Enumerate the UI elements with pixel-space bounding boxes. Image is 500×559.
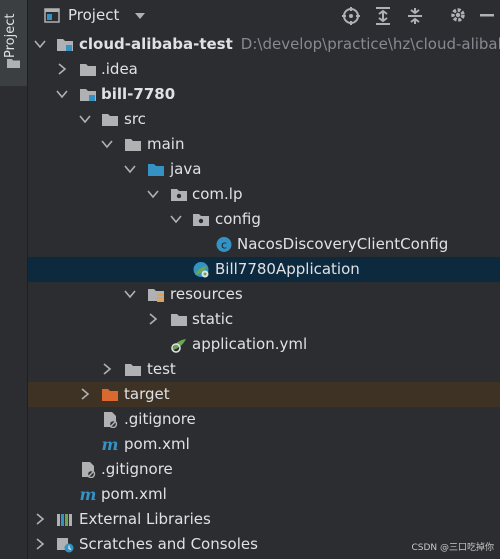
tree-row-static[interactable]: static: [28, 307, 500, 332]
chevron-right-icon[interactable]: [147, 313, 159, 325]
folder-icon: [102, 114, 118, 126]
nacos-class-label: NacosDiscoveryClientConfig: [237, 235, 449, 253]
idea-folder-label: .idea: [101, 60, 138, 78]
tree-row-package[interactable]: com.lp: [28, 182, 500, 207]
tree-row-gitignore-root[interactable]: .gitignore: [28, 457, 500, 482]
project-panel-header: Project: [28, 0, 500, 32]
folder-icon: [125, 364, 141, 376]
main-folder-label: main: [147, 135, 185, 153]
tree-row-resources[interactable]: resources: [28, 282, 500, 307]
chevron-down-icon[interactable]: [79, 113, 91, 125]
test-folder-label: test: [147, 360, 176, 378]
project-panel: Project cloud-alibaba-test D:\develop\pra…: [28, 0, 500, 559]
tree-row-app-class[interactable]: Bill7780Application: [28, 257, 500, 282]
tree-row-pom-root[interactable]: m pom.xml: [28, 482, 500, 507]
chevron-right-icon[interactable]: [79, 388, 91, 400]
scratches-icon: [57, 538, 74, 553]
gear-icon[interactable]: [449, 6, 467, 24]
root-project-label: cloud-alibaba-test D:\develop\practice\hz…: [79, 32, 500, 57]
package-icon: [193, 214, 209, 226]
chevron-right-icon[interactable]: [101, 363, 113, 375]
folder-icon: [80, 64, 96, 76]
tree-row-external-libraries[interactable]: External Libraries: [28, 507, 500, 532]
chevron-down-icon[interactable]: [134, 12, 146, 20]
folder-icon: [171, 314, 187, 326]
watermark: CSDN @三口吃掉你: [411, 543, 494, 553]
folder-icon: [125, 139, 141, 151]
scratches-label: Scratches and Consoles: [79, 535, 258, 553]
root-project-path: D:\develop\practice\hz\cloud-alibaba: [240, 35, 500, 53]
svg-text:m: m: [102, 436, 119, 453]
tree-row-root[interactable]: cloud-alibaba-test D:\develop\practice\hz…: [28, 32, 500, 57]
resources-folder-label: resources: [170, 285, 243, 303]
tree-row-app-yml[interactable]: application.yml: [28, 332, 500, 357]
folder-icon: [7, 59, 20, 68]
project-view-title[interactable]: Project: [68, 6, 119, 24]
tree-row-java[interactable]: java: [28, 157, 500, 182]
module-label: bill-7780: [101, 85, 176, 103]
gitignore-root-label: .gitignore: [101, 460, 173, 478]
pom-module-label: pom.xml: [124, 435, 190, 453]
maven-file-icon: m: [80, 486, 97, 503]
minimize-icon[interactable]: [480, 14, 494, 17]
chevron-right-icon[interactable]: [34, 538, 46, 550]
chevron-down-icon[interactable]: [56, 88, 68, 100]
chevron-down-icon[interactable]: [124, 288, 136, 300]
library-icon: [57, 514, 72, 526]
chevron-right-icon[interactable]: [34, 513, 46, 525]
package-label: com.lp: [192, 185, 243, 203]
chevron-down-icon[interactable]: [170, 213, 182, 225]
collapse-all-icon[interactable]: [406, 6, 424, 26]
chevron-down-icon[interactable]: [101, 138, 113, 150]
tree-row-target[interactable]: target: [28, 382, 500, 407]
chevron-right-icon[interactable]: [56, 63, 68, 75]
svg-text:c: c: [221, 239, 227, 252]
project-view-icon: [44, 8, 60, 23]
static-folder-label: static: [192, 310, 234, 328]
module-folder-icon: [57, 39, 73, 51]
chevron-down-icon[interactable]: [124, 163, 136, 175]
excluded-folder-icon: [102, 389, 118, 401]
tool-window-stripe: Project: [0, 0, 28, 559]
locate-file-icon[interactable]: [341, 6, 361, 26]
project-tool-tab[interactable]: Project: [0, 0, 27, 86]
external-libraries-label: External Libraries: [79, 510, 211, 528]
tree-row-idea[interactable]: .idea: [28, 57, 500, 82]
project-tree: cloud-alibaba-test D:\develop\practice\hz…: [28, 32, 500, 557]
target-folder-label: target: [124, 385, 170, 403]
app-class-label: Bill7780Application: [215, 260, 360, 278]
tree-row-config[interactable]: config: [28, 207, 500, 232]
tree-row-test[interactable]: test: [28, 357, 500, 382]
chevron-down-icon[interactable]: [34, 38, 46, 50]
spring-config-file-icon: [171, 339, 186, 353]
maven-file-icon: m: [102, 436, 119, 453]
spring-boot-class-icon: [193, 262, 209, 278]
tree-row-gitignore-module[interactable]: .gitignore: [28, 407, 500, 432]
tree-row-main[interactable]: main: [28, 132, 500, 157]
gitignore-module-label: .gitignore: [124, 410, 196, 428]
chevron-down-icon[interactable]: [147, 188, 159, 200]
class-icon: c: [216, 237, 232, 252]
gitignore-file-icon: [82, 462, 96, 478]
tree-row-nacos-class[interactable]: c NacosDiscoveryClientConfig: [28, 232, 500, 257]
expand-all-icon[interactable]: [374, 6, 392, 26]
java-folder-label: java: [170, 160, 202, 178]
package-icon: [171, 189, 187, 201]
svg-text:m: m: [80, 486, 97, 503]
project-tool-tab-label: Project: [3, 13, 18, 58]
gitignore-file-icon: [104, 412, 118, 428]
tree-row-src[interactable]: src: [28, 107, 500, 132]
resources-folder-icon: [148, 289, 164, 302]
src-folder-label: src: [124, 110, 146, 128]
pom-root-label: pom.xml: [101, 485, 167, 503]
tree-row-module[interactable]: bill-7780: [28, 82, 500, 107]
module-folder-icon: [80, 89, 96, 101]
tree-row-pom-module[interactable]: m pom.xml: [28, 432, 500, 457]
config-package-label: config: [215, 210, 261, 228]
source-root-folder-icon: [148, 164, 164, 176]
app-yml-label: application.yml: [192, 335, 308, 353]
